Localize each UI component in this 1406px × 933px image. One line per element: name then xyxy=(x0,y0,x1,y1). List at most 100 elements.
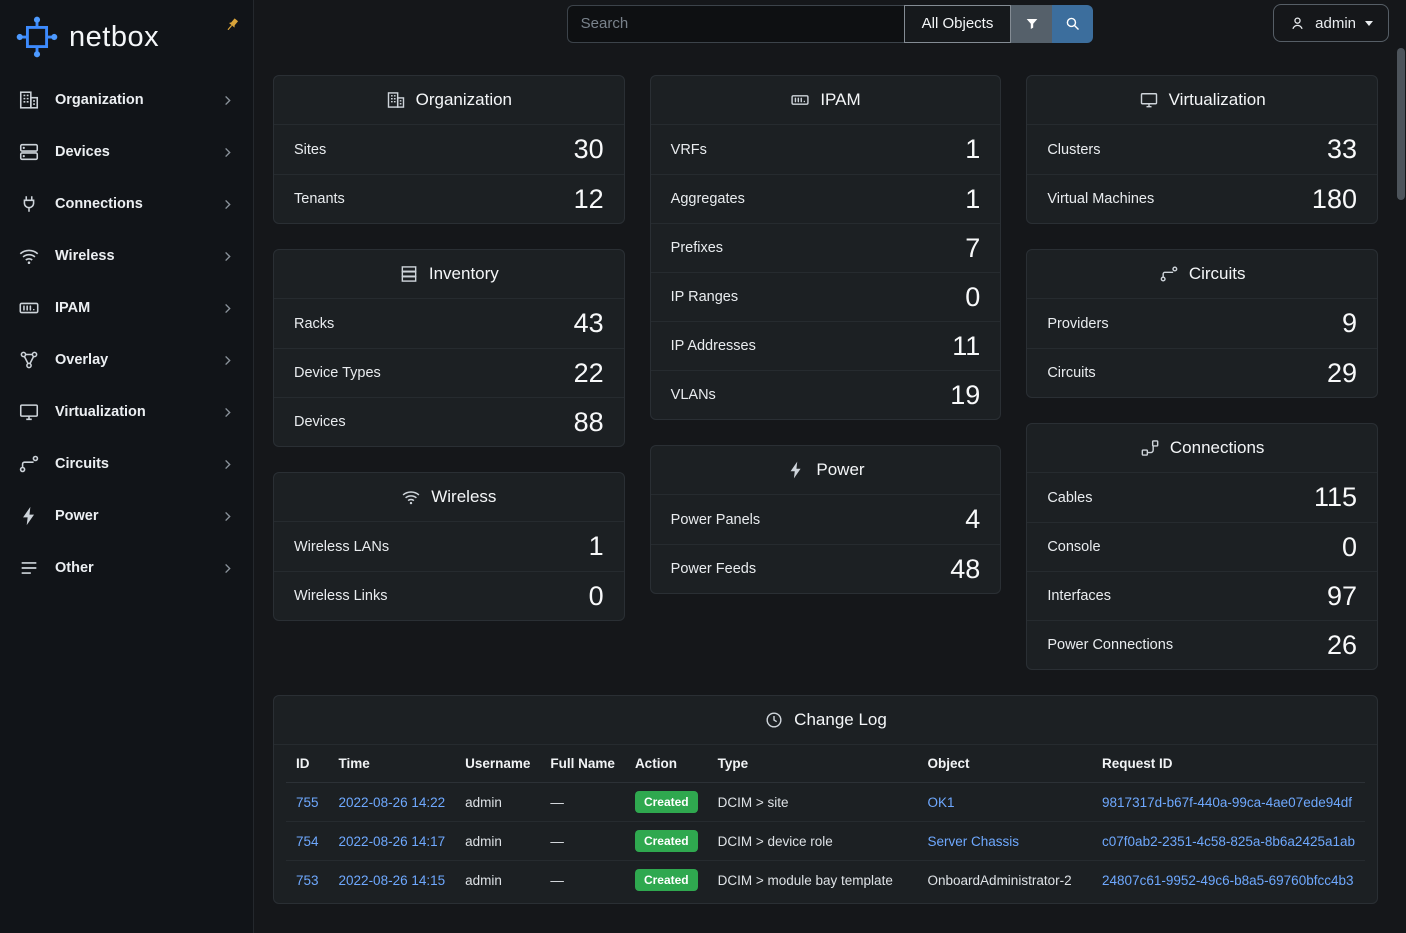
changelog-id-link[interactable]: 754 xyxy=(296,834,319,849)
history-icon xyxy=(764,710,784,730)
changelog-table-wrap: IDTimeUsernameFull NameActionTypeObjectR… xyxy=(274,745,1377,903)
stat-value: 97 xyxy=(1327,583,1357,610)
stat-row-wireless-lans[interactable]: Wireless LANs1 xyxy=(274,522,624,571)
changelog-request-id-link[interactable]: 24807c61-9952-49c6-b8a5-69760bfcc4b3 xyxy=(1102,873,1353,888)
stat-row-cables[interactable]: Cables115 xyxy=(1027,473,1377,522)
stat-row-console[interactable]: Console0 xyxy=(1027,522,1377,571)
changelog-time-link[interactable]: 2022-08-26 14:15 xyxy=(339,873,446,888)
transit-icon xyxy=(1159,264,1179,284)
changelog-id-link[interactable]: 753 xyxy=(296,873,319,888)
sidebar-item-overlay[interactable]: Overlay xyxy=(0,334,253,386)
plug-icon xyxy=(18,193,40,215)
pin-icon[interactable] xyxy=(223,16,241,34)
card-title-text: Power xyxy=(816,460,864,480)
stat-label: Tenants xyxy=(294,191,345,207)
stat-row-power-feeds[interactable]: Power Feeds48 xyxy=(651,544,1001,593)
chevron-right-icon xyxy=(220,197,235,212)
search-button[interactable] xyxy=(1052,5,1093,43)
chevron-right-icon xyxy=(220,145,235,160)
stat-row-clusters[interactable]: Clusters33 xyxy=(1027,125,1377,174)
changelog-id: 753 xyxy=(286,861,329,900)
stats-column-1: OrganizationSites30Tenants12InventoryRac… xyxy=(273,75,625,646)
stat-row-wireless-links[interactable]: Wireless Links0 xyxy=(274,571,624,620)
card-title-text: Virtualization xyxy=(1169,90,1266,110)
sidebar-item-label: Power xyxy=(55,508,99,524)
card-title: Wireless xyxy=(274,473,624,522)
building-icon xyxy=(386,90,406,110)
stat-row-aggregates[interactable]: Aggregates1 xyxy=(651,174,1001,223)
chevron-right-icon xyxy=(220,93,235,108)
stat-value: 88 xyxy=(574,409,604,436)
changelog-id-link[interactable]: 755 xyxy=(296,795,319,810)
stat-row-prefixes[interactable]: Prefixes7 xyxy=(651,223,1001,272)
stat-row-providers[interactable]: Providers9 xyxy=(1027,299,1377,348)
changelog-col-type: Type xyxy=(708,745,918,783)
changelog-object: OK1 xyxy=(918,783,1093,822)
filter-button[interactable] xyxy=(1011,5,1052,43)
user-menu[interactable]: admin xyxy=(1273,4,1389,42)
stat-label: Device Types xyxy=(294,365,381,381)
sidebar-item-other[interactable]: Other xyxy=(0,542,253,594)
stat-row-devices[interactable]: Devices88 xyxy=(274,397,624,446)
stat-row-ip-addresses[interactable]: IP Addresses11 xyxy=(651,321,1001,370)
stat-row-power-panels[interactable]: Power Panels4 xyxy=(651,495,1001,544)
card-ipam: IPAMVRFs1Aggregates1Prefixes7IP Ranges0I… xyxy=(650,75,1002,420)
search-input[interactable] xyxy=(567,5,904,43)
stat-label: IP Ranges xyxy=(671,289,738,305)
stat-value: 33 xyxy=(1327,136,1357,163)
stat-row-ip-ranges[interactable]: IP Ranges 0 xyxy=(651,272,1001,321)
list-icon xyxy=(18,557,40,579)
stat-value: 1 xyxy=(965,186,980,213)
changelog-request-id-link[interactable]: 9817317d-b67f-440a-99ca-4ae07ede94df xyxy=(1102,795,1352,810)
stat-row-racks[interactable]: Racks43 xyxy=(274,299,624,348)
action-badge: Created xyxy=(635,830,698,852)
scrollbar[interactable] xyxy=(1397,48,1405,928)
sidebar-item-organization[interactable]: Organization xyxy=(0,74,253,126)
changelog-time-link[interactable]: 2022-08-26 14:17 xyxy=(339,834,446,849)
sidebar-item-power[interactable]: Power xyxy=(0,490,253,542)
stat-value: 0 xyxy=(965,284,980,311)
changelog-action: Created xyxy=(625,861,708,900)
stat-row-power-connections[interactable]: Power Connections26 xyxy=(1027,620,1377,669)
changelog-action: Created xyxy=(625,783,708,822)
stat-label: Power Panels xyxy=(671,512,760,528)
stat-value: 26 xyxy=(1327,632,1357,659)
stat-row-device-types[interactable]: Device Types22 xyxy=(274,348,624,397)
stat-row-virtual-machines[interactable]: Virtual Machines180 xyxy=(1027,174,1377,223)
stat-row-vrfs[interactable]: VRFs1 xyxy=(651,125,1001,174)
changelog-username: admin xyxy=(455,783,540,822)
stat-row-circuits[interactable]: Circuits29 xyxy=(1027,348,1377,397)
brand: netbox xyxy=(0,0,253,68)
changelog-request-id-link[interactable]: c07f0ab2-2351-4c58-825a-8b6a2425a1ab xyxy=(1102,834,1355,849)
card-title-text: Organization xyxy=(416,90,512,110)
stat-row-vlans[interactable]: VLANs19 xyxy=(651,370,1001,419)
caret-down-icon xyxy=(1365,21,1373,26)
object-type-selector[interactable]: All Objects xyxy=(904,5,1012,43)
sidebar-item-ipam[interactable]: IPAM xyxy=(0,282,253,334)
flash-icon xyxy=(18,505,40,527)
sidebar-item-circuits[interactable]: Circuits xyxy=(0,438,253,490)
card-title: Power xyxy=(651,446,1001,495)
stat-value: 19 xyxy=(950,382,980,409)
stat-row-tenants[interactable]: Tenants12 xyxy=(274,174,624,223)
changelog-request-id: c07f0ab2-2351-4c58-825a-8b6a2425a1ab xyxy=(1092,822,1365,861)
stat-row-sites[interactable]: Sites30 xyxy=(274,125,624,174)
changelog-time-link[interactable]: 2022-08-26 14:22 xyxy=(339,795,446,810)
stat-label: Interfaces xyxy=(1047,588,1111,604)
sidebar-nav: OrganizationDevicesConnectionsWirelessIP… xyxy=(0,68,253,600)
changelog-id: 755 xyxy=(286,783,329,822)
changelog-object-link[interactable]: OK1 xyxy=(928,795,955,810)
changelog-table: IDTimeUsernameFull NameActionTypeObjectR… xyxy=(286,745,1365,899)
scrollbar-thumb[interactable] xyxy=(1397,48,1405,200)
chevron-right-icon xyxy=(220,561,235,576)
stat-row-interfaces[interactable]: Interfaces 97 xyxy=(1027,571,1377,620)
sidebar-item-connections[interactable]: Connections xyxy=(0,178,253,230)
sidebar-item-devices[interactable]: Devices xyxy=(0,126,253,178)
changelog-action: Created xyxy=(625,822,708,861)
sidebar-item-virtualization[interactable]: Virtualization xyxy=(0,386,253,438)
graph-icon xyxy=(18,349,40,371)
changelog-object-link[interactable]: Server Chassis xyxy=(928,834,1020,849)
stats-grid: OrganizationSites30Tenants12InventoryRac… xyxy=(273,75,1378,695)
card-title-text: Circuits xyxy=(1189,264,1246,284)
sidebar-item-wireless[interactable]: Wireless xyxy=(0,230,253,282)
